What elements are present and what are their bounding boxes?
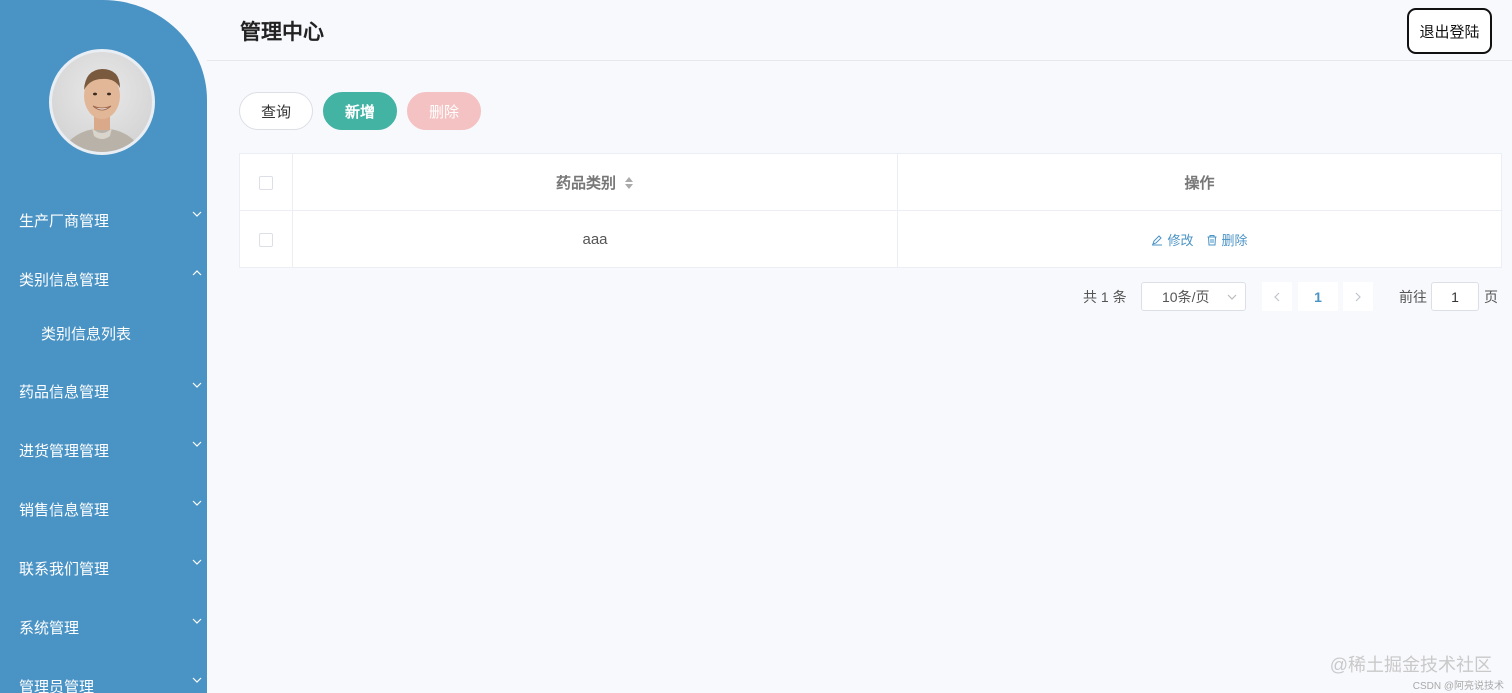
chevron-down-icon [1227,294,1237,300]
trash-icon [1207,234,1216,245]
avatar [49,49,155,155]
edit-link[interactable]: 修改 [1151,230,1194,249]
page-title: 管理中心 [240,21,324,44]
chevron-down-icon [192,211,202,217]
sidebar-item-label: 药品信息管理 [19,383,110,401]
logout-button[interactable]: 退出登陆 [1407,8,1492,54]
edit-label: 修改 [1167,233,1194,248]
sidebar-subitem-label: 类别信息列表 [41,325,132,343]
sidebar-item-drug[interactable]: 药品信息管理 [0,371,207,411]
query-button[interactable]: 查询 [239,92,313,130]
column-header-label: 操作 [1184,175,1215,192]
goto-label: 前往 [1399,289,1427,305]
page-number-current[interactable]: 1 [1298,282,1338,311]
sidebar-item-category[interactable]: 类别信息管理 [0,259,207,299]
sidebar-item-label: 管理员管理 [19,678,95,693]
sidebar-item-admin[interactable]: 管理员管理 [0,666,207,693]
sidebar-item-label: 类别信息管理 [19,271,110,289]
header-checkbox-cell [240,154,293,211]
actions-cell: 修改 删除 [898,211,1501,268]
watermark-juejin: @稀土掘金技术社区 [1329,655,1492,675]
page-unit-label: 页 [1484,289,1498,305]
batch-delete-button[interactable]: 删除 [407,92,481,130]
chevron-down-icon [192,441,202,447]
page-size-select[interactable]: 10条/页 [1141,282,1246,311]
prev-page-button[interactable] [1262,282,1292,311]
sidebar-item-label: 销售信息管理 [19,501,110,519]
chevron-down-icon [192,500,202,506]
goto-page-input[interactable] [1431,282,1479,311]
sidebar-subitem-category-list[interactable]: 类别信息列表 [0,313,207,353]
sidebar-item-label: 系统管理 [19,619,80,637]
sort-icon[interactable] [624,176,634,190]
sidebar-item-sales[interactable]: 销售信息管理 [0,489,207,529]
column-header-actions: 操作 [898,154,1501,211]
pagination-total: 共 1 条 [1083,289,1127,305]
avatar-image [62,69,142,152]
sidebar-item-system[interactable]: 系统管理 [0,607,207,647]
table-header-row: 药品类别 操作 [240,154,1503,211]
chevron-right-icon [1355,292,1361,301]
sidebar: 生产厂商管理 类别信息管理 类别信息列表 药品信息管理 进货管理管理 销售信息管… [0,0,207,693]
chevron-down-icon [192,618,202,624]
chevron-down-icon [192,559,202,565]
sidebar-item-label: 生产厂商管理 [19,212,110,230]
next-page-button[interactable] [1343,282,1373,311]
edit-icon [1152,234,1163,245]
category-value: aaa [582,231,608,248]
column-header-category[interactable]: 药品类别 [293,154,898,211]
column-header-label: 药品类别 [555,175,616,192]
watermark-csdn: CSDN @阿亮说技术 [1412,681,1504,692]
sidebar-item-purchase[interactable]: 进货管理管理 [0,430,207,470]
row-checkbox-cell [240,211,293,268]
add-button[interactable]: 新增 [323,92,397,130]
select-all-checkbox[interactable] [259,175,273,190]
data-table: 药品类别 操作 aaa 修改 删除 [239,153,1503,268]
category-cell: aaa [293,211,898,268]
delete-label: 删除 [1221,233,1248,248]
table-row: aaa 修改 删除 [240,211,1503,268]
chevron-up-icon [192,270,202,276]
delete-link[interactable]: 删除 [1206,230,1248,249]
row-checkbox[interactable] [259,232,273,247]
chevron-left-icon [1274,292,1280,301]
header: 管理中心 退出登陆 [207,0,1512,61]
sidebar-item-label: 联系我们管理 [19,560,110,578]
sidebar-item-label: 进货管理管理 [19,442,110,460]
sidebar-item-manufacturer[interactable]: 生产厂商管理 [0,200,207,240]
page-size-value: 10条/页 [1162,288,1210,305]
sidebar-item-contact[interactable]: 联系我们管理 [0,548,207,588]
chevron-down-icon [192,382,202,388]
chevron-down-icon [192,677,202,683]
